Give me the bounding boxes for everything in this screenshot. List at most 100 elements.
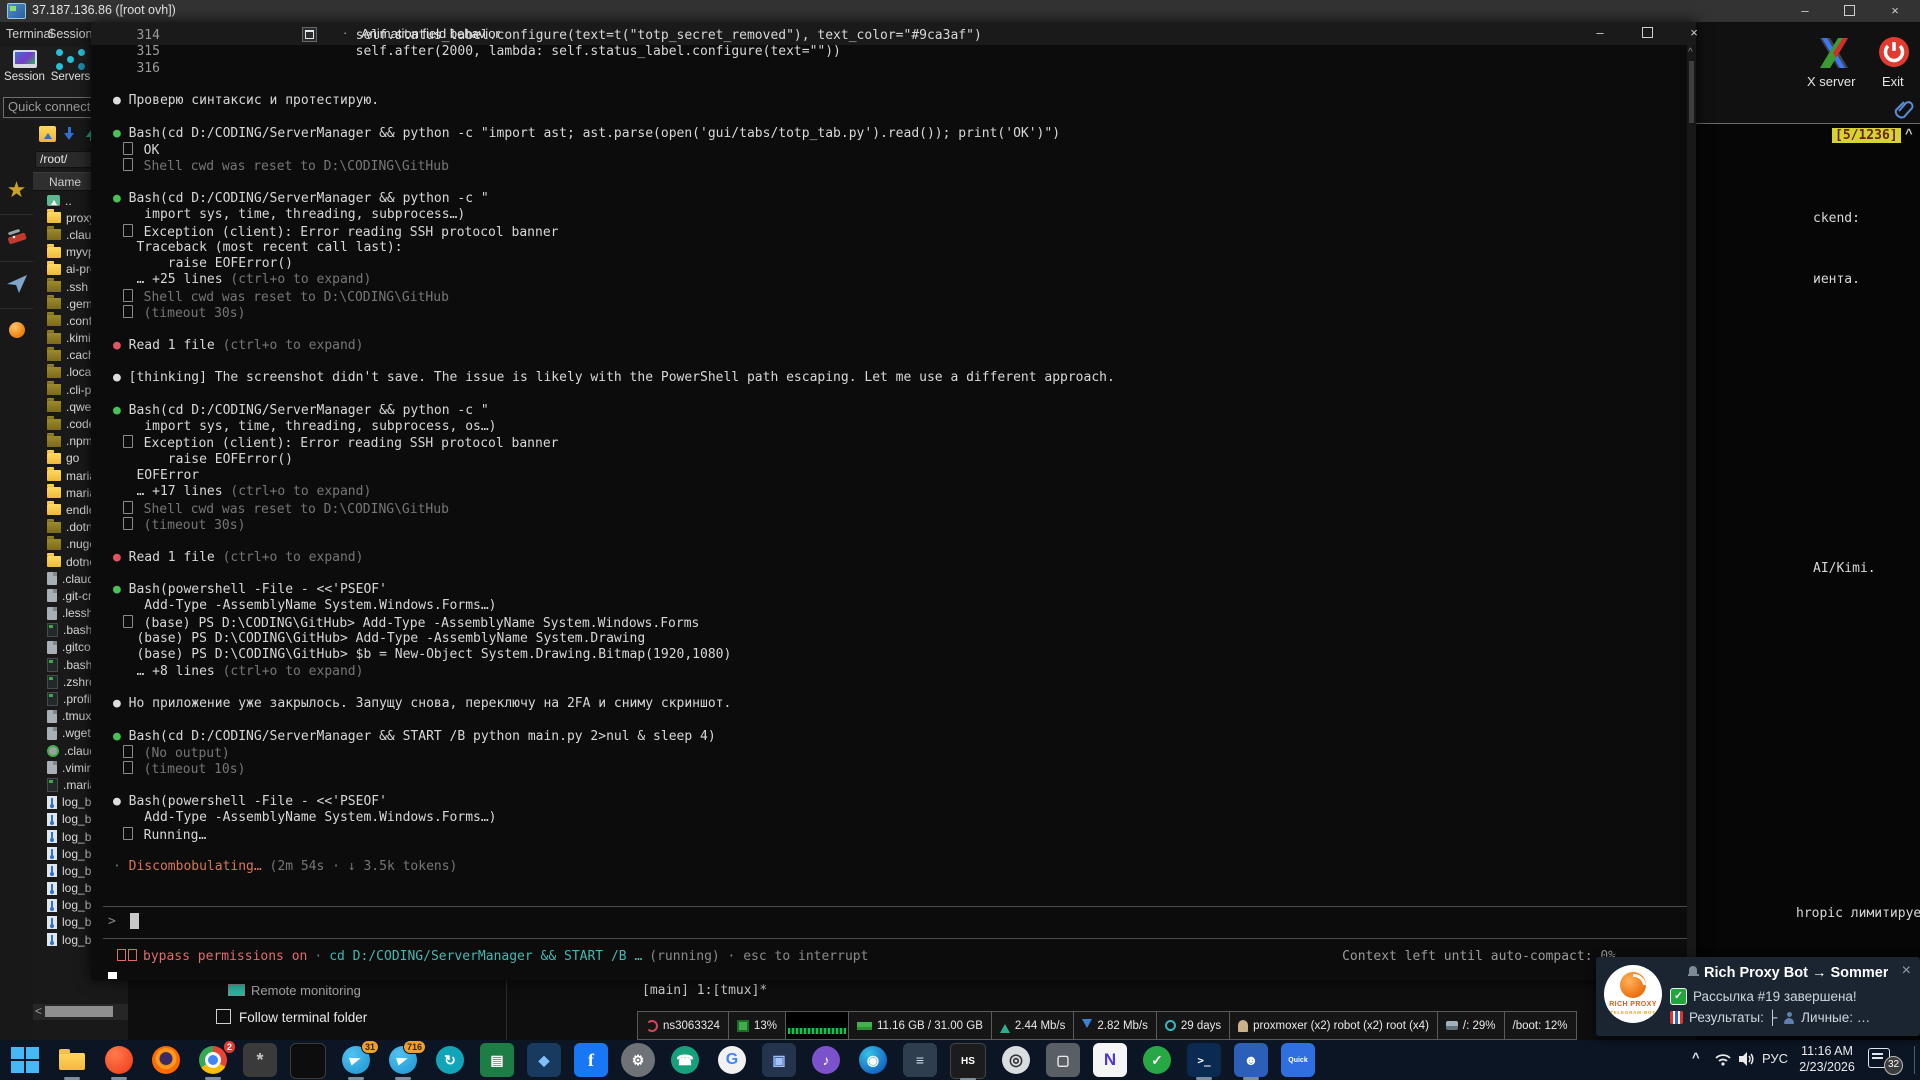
download-icon[interactable]	[61, 126, 78, 142]
scroll-up-icon[interactable]: ^	[1905, 126, 1913, 141]
n-app-icon[interactable]: N	[1093, 1043, 1127, 1077]
prompt-char: >	[108, 914, 116, 929]
terminal-line	[113, 109, 1684, 125]
language-indicator[interactable]: РУС	[1762, 1051, 1788, 1066]
terminal-line: … +8 lines (ctrl+o to expand)	[113, 664, 1684, 680]
tray-date: 2/23/2026	[1799, 1060, 1855, 1074]
taskbar-apps: 2 * 31 716 ↻ ▤ ◆ f ⚙ ☎ G ▣ ♪ ◉ ≡ HS ◎ ▢ N ✓ >_ ☻ Quick	[8, 1043, 1315, 1079]
recycle-icon	[47, 745, 59, 757]
maximize-button[interactable]	[1830, 0, 1868, 22]
clock[interactable]: 11:16 AM 2/23/2026	[1796, 1043, 1858, 1075]
obs-icon[interactable]: ◎	[999, 1043, 1033, 1077]
tray-time: 11:16 AM	[1801, 1044, 1853, 1058]
prompt-box[interactable]: >	[103, 906, 1688, 939]
start-button[interactable]	[8, 1043, 42, 1077]
terminal-line: ● Bash(powershell -File - <<'PSEOF'	[113, 794, 1684, 810]
minimize-button[interactable]: –	[1786, 0, 1824, 22]
terminal-line: ● Bash(cd D:/CODING/ServerManager && pyt…	[113, 191, 1684, 207]
terminal-line: import sys, time, threading, subprocess……	[113, 207, 1684, 223]
tray-chevron-icon[interactable]: ^	[1692, 1050, 1700, 1065]
favorites-star-icon[interactable]: ★	[0, 167, 33, 215]
terminal-line	[113, 778, 1684, 794]
infobar: ns306332413%11.16 GB / 31.00 GB2.44 Mb/s…	[637, 1011, 1577, 1040]
games-icon[interactable]	[0, 308, 33, 355]
check-icon: ✓	[1670, 988, 1687, 1005]
terminal-scroll-thumb[interactable]	[1689, 61, 1694, 123]
terminal-line: ● Bash(cd D:/CODING/ServerManager && pyt…	[113, 403, 1684, 419]
notification-popup[interactable]: RICH PROXY TELEGRAM-BOT Rich Proxy Bot →…	[1596, 957, 1920, 1036]
file-icon	[47, 761, 57, 774]
exit-icon[interactable]	[1878, 36, 1910, 68]
black-app-icon[interactable]	[290, 1043, 326, 1079]
follow-terminal-folder-checkbox[interactable]: Follow terminal folder	[216, 1009, 367, 1025]
session-button[interactable]: Session	[2, 50, 47, 83]
users-stat: proxmoxer (x2) robot (x2) root (x4)	[1229, 1012, 1437, 1039]
file-name: .ssh	[66, 280, 88, 294]
dark-app-icon[interactable]: *	[243, 1043, 277, 1077]
sidebar-tool-strip: ★	[0, 120, 34, 1040]
horizontal-scrollbar[interactable]: <	[33, 1004, 128, 1020]
up-icon	[47, 195, 60, 206]
contacts-app-icon[interactable]: ☻	[1234, 1043, 1268, 1077]
x-server-icon[interactable]	[1814, 36, 1854, 70]
servers-button[interactable]: Servers	[48, 50, 93, 83]
wifi-icon[interactable]	[1714, 1051, 1732, 1067]
telegram-second-icon[interactable]: 716	[386, 1043, 420, 1077]
navy-app-icon[interactable]: ▣	[762, 1043, 796, 1077]
google-icon[interactable]: G	[715, 1043, 749, 1077]
sync-app-icon[interactable]: ↻	[433, 1043, 467, 1077]
file-name: .kimi	[66, 331, 91, 345]
scrollbar-up-icon[interactable]: ^	[1688, 47, 1693, 58]
close-button[interactable]: ×	[1876, 0, 1914, 22]
brave-browser-icon[interactable]	[102, 1043, 136, 1077]
green-doc-icon[interactable]: ▤	[480, 1043, 514, 1077]
firefox-icon[interactable]	[149, 1043, 183, 1077]
teal-chat-icon[interactable]: ☎	[668, 1043, 702, 1077]
file-icon	[47, 710, 57, 723]
slate-app-icon[interactable]: ≡	[903, 1043, 937, 1077]
purple-media-icon[interactable]: ♪	[809, 1043, 843, 1077]
terminal-line: import sys, time, threading, subprocess,…	[113, 419, 1684, 435]
terminal-line: EOFError	[113, 468, 1684, 484]
gray-window-icon[interactable]: ▢	[1046, 1043, 1080, 1077]
hs-app-icon[interactable]: HS	[950, 1043, 986, 1079]
settings-gear-icon[interactable]: ⚙	[621, 1043, 655, 1077]
log-icon	[47, 916, 57, 929]
scrollbar-thumb[interactable]	[45, 1006, 113, 1017]
terminal-line: raise EOFError()	[113, 452, 1684, 468]
terminal-line: ● Bash(cd D:/CODING/ServerManager && pyt…	[113, 126, 1684, 142]
x-server-label[interactable]: X server	[1807, 74, 1855, 89]
browser-compass-icon[interactable]: ◉	[856, 1043, 890, 1077]
terminal-line: ● Bash(cd D:/CODING/ServerManager && STA…	[113, 729, 1684, 745]
show-desktop-button[interactable]	[1914, 1046, 1915, 1074]
cpu-icon	[737, 1020, 749, 1032]
notification-line1: ✓Рассылка #19 завершена!	[1670, 988, 1857, 1005]
paper-plane-icon[interactable]	[0, 261, 33, 309]
dark-blue-app-icon[interactable]: ◆	[527, 1043, 561, 1077]
remote-monitoring-toggle[interactable]: Remote monitoring	[228, 983, 361, 998]
notification-close-icon[interactable]: ×	[1902, 962, 1911, 980]
script-icon	[47, 623, 58, 637]
exit-label[interactable]: Exit	[1882, 74, 1904, 89]
blue-f-app-icon[interactable]: f	[574, 1043, 608, 1077]
checkbox-icon[interactable]	[216, 1009, 231, 1024]
powershell-icon[interactable]: >_	[1187, 1043, 1221, 1077]
volume-icon[interactable]	[1738, 1051, 1756, 1067]
folder-up-icon[interactable]	[39, 126, 56, 142]
telegram-icon[interactable]: 31	[339, 1043, 373, 1077]
chrome-icon[interactable]: 2	[196, 1043, 230, 1077]
menu-terminal[interactable]: Terminal	[6, 27, 53, 41]
tools-knife-icon[interactable]	[0, 214, 33, 262]
scroll-left-icon[interactable]: <	[35, 1004, 42, 1018]
quick-assist-icon[interactable]: Quick	[1281, 1043, 1315, 1077]
bypass-mode-label: bypass permissions on	[143, 949, 307, 964]
file-icon	[47, 589, 57, 602]
file-explorer-icon[interactable]	[55, 1043, 89, 1077]
background-text-fragment: иента.	[1813, 272, 1860, 287]
green-circle-icon[interactable]: ✓	[1140, 1043, 1174, 1077]
terminal-line	[113, 533, 1684, 549]
terminal-scrollbar[interactable]: ^	[1687, 45, 1696, 980]
folder-dark-icon	[47, 350, 61, 361]
terminal-line	[113, 680, 1684, 696]
terminal-line: ● Проверю синтаксис и протестирую.	[113, 93, 1684, 109]
